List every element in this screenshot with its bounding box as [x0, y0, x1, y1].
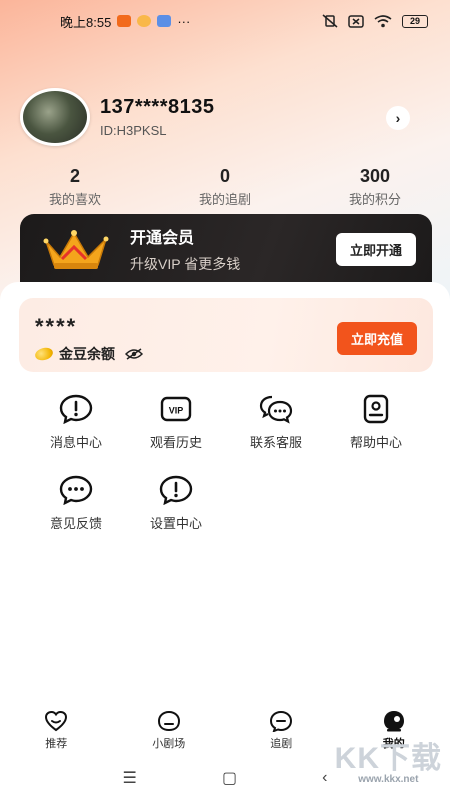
- home-icon[interactable]: ▢: [222, 768, 237, 788]
- tab-label: 追剧: [270, 738, 293, 750]
- watermark-logo: KK下载 www.kkx.net: [334, 742, 442, 786]
- feedback-dots-icon: [59, 475, 93, 505]
- grid-label: 帮助中心: [349, 435, 402, 450]
- eye-notification-icon: [137, 15, 152, 27]
- profile-icon: [383, 711, 404, 732]
- vip-history-icon: VIP: [160, 396, 192, 422]
- vibrate-mute-icon: [322, 14, 338, 28]
- chevron-right-icon[interactable]: ›: [386, 106, 410, 130]
- chat-bubbles-icon: [259, 395, 293, 424]
- stat-value: 0: [219, 166, 230, 186]
- status-bar: 晚上8:55 ··· 29: [0, 0, 450, 42]
- grid-label: 联系客服: [249, 435, 302, 450]
- avatar[interactable]: [20, 88, 90, 146]
- watermark-url: www.kkx.net: [358, 774, 419, 785]
- gold-bean-icon: [33, 345, 55, 363]
- stat-value: 2: [69, 166, 80, 186]
- settings-alert-icon: [159, 475, 193, 505]
- stat-label: 我的积分: [348, 192, 401, 207]
- vip-title: 开通会员: [130, 230, 195, 247]
- crown-icon: [43, 230, 109, 269]
- stat-following[interactable]: 0 我的追剧: [150, 166, 300, 210]
- wallet-card: **** 金豆余额 立即充值: [19, 298, 433, 372]
- wifi-icon: [374, 14, 392, 27]
- profile-header[interactable]: 137****8135 ID:H3PKSL ›: [20, 88, 430, 146]
- grid-item-settings[interactable]: 设置中心: [126, 475, 226, 532]
- function-grid: 消息中心 VIP 观看历史 联系客服 帮助中心 意见反馈 设置中心: [26, 394, 426, 532]
- no-sim-icon: [348, 14, 364, 28]
- grid-label: 观看历史: [149, 435, 202, 450]
- recharge-button[interactable]: 立即充值: [336, 322, 417, 355]
- theater-icon: [157, 710, 180, 732]
- wallet-label: 金豆余额: [59, 346, 115, 362]
- grid-item-customer-service[interactable]: 联系客服: [226, 394, 326, 451]
- stat-likes[interactable]: 2 我的喜欢: [0, 166, 150, 210]
- grid-item-help[interactable]: 帮助中心: [326, 394, 426, 451]
- svg-text:VIP: VIP: [169, 406, 184, 416]
- tab-theater[interactable]: 小剧场: [113, 710, 226, 756]
- tab-follow[interactable]: 追剧: [225, 710, 338, 756]
- grid-item-history[interactable]: VIP 观看历史: [126, 394, 226, 451]
- user-stats: 2 我的喜欢 0 我的追剧 300 我的积分: [0, 166, 450, 210]
- grid-label: 意见反馈: [49, 516, 102, 531]
- more-notifications-icon: ···: [177, 13, 191, 29]
- user-id: ID:H3PKSL: [100, 123, 167, 138]
- user-phone: 137****8135: [100, 96, 215, 118]
- grid-label: 设置中心: [149, 516, 202, 531]
- help-card-icon: [363, 394, 389, 424]
- watermark-main-text: KK下载: [334, 742, 442, 775]
- stat-value: 300: [359, 166, 391, 186]
- grid-label: 消息中心: [49, 435, 102, 450]
- menu-icon[interactable]: ☰: [123, 768, 137, 788]
- stat-label: 我的喜欢: [48, 192, 101, 207]
- tab-label: 小剧场: [152, 738, 186, 750]
- status-time: 晚上8:55: [60, 14, 112, 30]
- vip-banner[interactable]: 开通会员 升级VIP 省更多钱 立即开通: [20, 214, 432, 284]
- eye-hidden-icon[interactable]: [125, 348, 143, 360]
- grid-item-feedback[interactable]: 意见反馈: [26, 475, 126, 532]
- stat-points[interactable]: 300 我的积分: [300, 166, 450, 210]
- heart-icon: [45, 710, 68, 732]
- stat-label: 我的追剧: [198, 192, 251, 207]
- back-icon[interactable]: ‹: [322, 769, 327, 787]
- message-notification-icon: [157, 15, 172, 27]
- grid-item-messages[interactable]: 消息中心: [26, 394, 126, 451]
- vip-subtitle: 升级VIP 省更多钱: [130, 256, 241, 272]
- app-notification-icon: [117, 15, 132, 27]
- tab-label: 推荐: [45, 738, 68, 750]
- message-alert-icon: [59, 394, 93, 424]
- tab-recommend[interactable]: 推荐: [0, 710, 113, 756]
- battery-indicator: 29: [402, 14, 428, 28]
- open-vip-button[interactable]: 立即开通: [335, 232, 416, 266]
- follow-icon: [270, 710, 293, 732]
